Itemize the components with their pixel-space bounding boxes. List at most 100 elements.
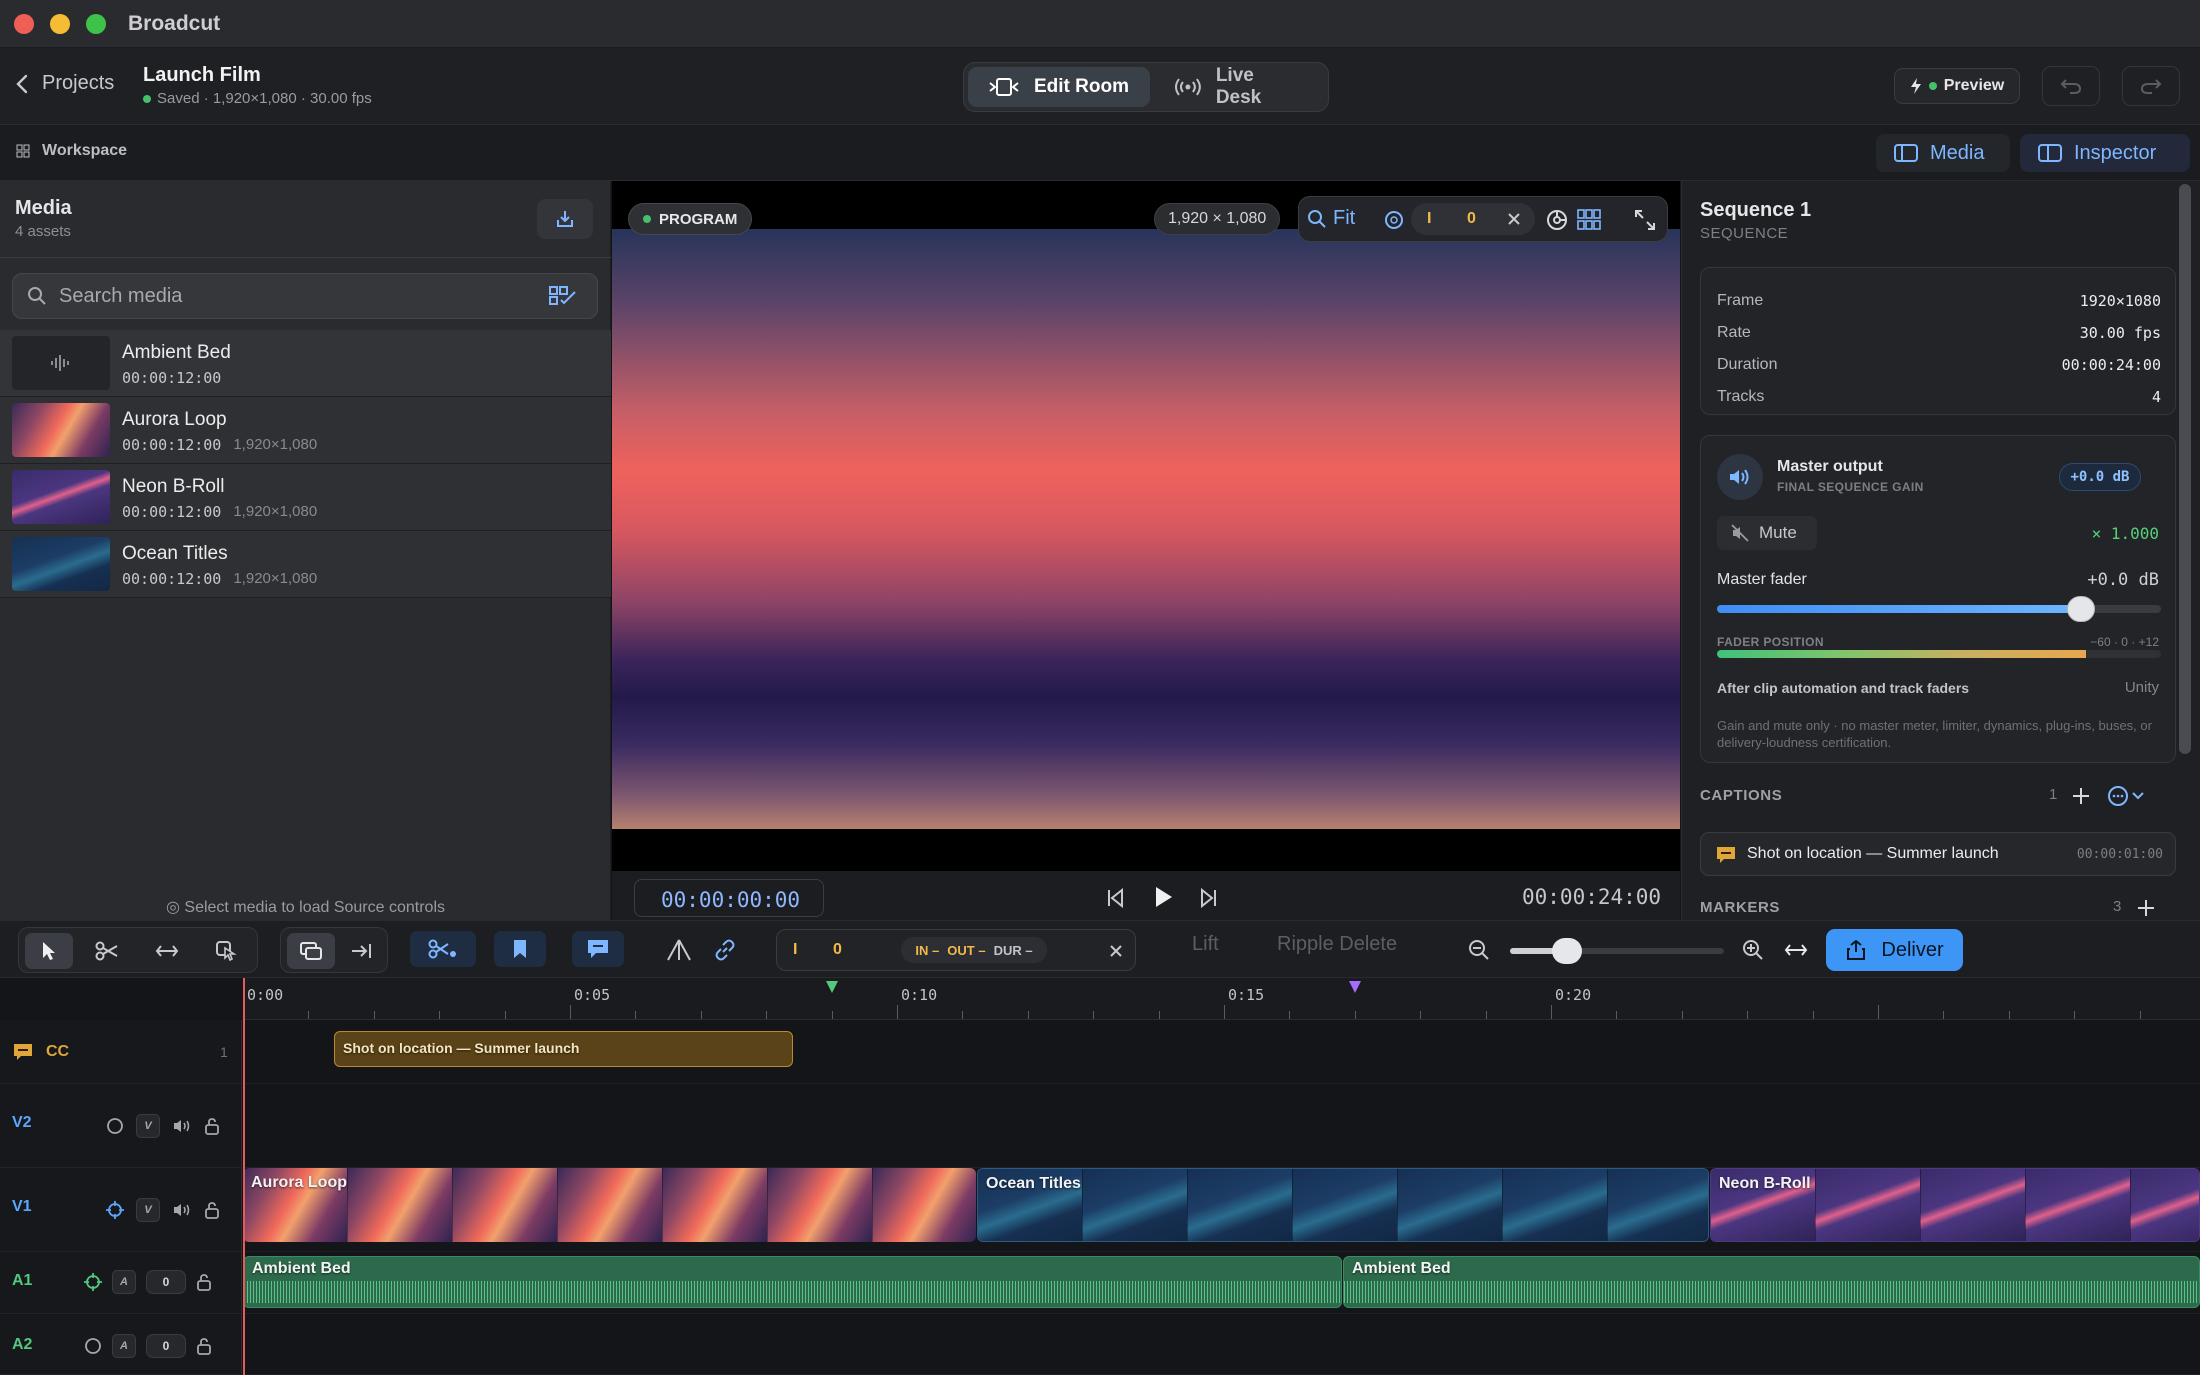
master-volume-button[interactable] — [1717, 454, 1763, 500]
grid-overlay-icon[interactable] — [1577, 209, 1601, 231]
hand-tool-button[interactable] — [203, 933, 251, 969]
chevron-down-icon — [2132, 792, 2144, 800]
clip-aurora-loop[interactable]: Aurora Loop — [243, 1168, 976, 1242]
media-item-ambient-bed[interactable]: Ambient Bed 00:00:12:00 — [0, 330, 611, 397]
timeline-marker-icon[interactable] — [825, 980, 839, 994]
add-marker-icon[interactable] — [2137, 899, 2155, 917]
add-caption-icon[interactable] — [2072, 787, 2090, 805]
clip-neon-b-roll[interactable]: Neon B-Roll — [1710, 1168, 2200, 1242]
clear-range-icon[interactable] — [1109, 944, 1123, 958]
import-media-button[interactable] — [537, 199, 593, 239]
safe-area-icon[interactable] — [1383, 209, 1405, 231]
unlock-icon[interactable] — [196, 1337, 212, 1355]
add-marker-button[interactable] — [494, 931, 546, 967]
track-target-icon[interactable] — [106, 1117, 124, 1135]
link-icon[interactable] — [713, 938, 737, 962]
unlock-icon[interactable] — [196, 1273, 212, 1291]
view-options-icon[interactable] — [549, 285, 577, 307]
fader-position-label: FADER POSITION — [1717, 635, 1824, 649]
workspace-menu[interactable]: Workspace — [16, 142, 127, 160]
track-audio-toggle[interactable]: A — [112, 1270, 136, 1294]
in-out-range-chip[interactable]: I 0 IN – OUT – DUR – — [776, 929, 1136, 971]
back-to-projects-link[interactable]: Projects — [16, 72, 114, 95]
overlay-settings-icon[interactable] — [1545, 208, 1569, 232]
in-point-chip[interactable]: I 0 — [1411, 203, 1535, 235]
timeline-marker-icon[interactable] — [1348, 980, 1362, 994]
current-timecode[interactable]: 00:00:00:00 — [634, 879, 824, 917]
select-tool-button[interactable] — [25, 933, 73, 969]
ripple-delete-button[interactable]: Ripple Delete — [1277, 933, 1397, 956]
master-fader-handle[interactable] — [2067, 596, 2096, 622]
dur-label: DUR – — [993, 942, 1033, 958]
split-at-playhead-button[interactable] — [410, 931, 476, 967]
mode-edit-room[interactable]: Edit Room — [968, 67, 1150, 107]
toggle-inspector-panel[interactable]: Inspector — [2020, 134, 2190, 172]
media-asset-count: 4 assets — [15, 223, 71, 240]
ripple-mode-button[interactable] — [337, 933, 385, 969]
step-forward-icon[interactable] — [1196, 887, 1218, 909]
timeline-ruler[interactable]: 0:00 0:05 0:10 0:15 0:20 — [243, 978, 2200, 1020]
play-icon[interactable] — [1152, 885, 1174, 909]
master-fader-slider[interactable] — [1717, 596, 2161, 622]
overwrite-mode-button[interactable] — [287, 933, 335, 969]
track-visibility-toggle[interactable]: V — [136, 1114, 160, 1138]
track-target-active-icon[interactable] — [84, 1273, 102, 1291]
caption-options-button[interactable] — [2107, 785, 2144, 807]
master-output-title: Master output — [1777, 458, 1883, 475]
media-item-aurora-loop[interactable]: Aurora Loop 00:00:12:00 1,920×1,080 — [0, 397, 611, 464]
lift-button[interactable]: Lift — [1192, 933, 1219, 956]
track-level-field[interactable]: 0 — [146, 1334, 186, 1358]
media-item-ocean-titles[interactable]: Ocean Titles 00:00:12:00 1,920×1,080 — [0, 531, 611, 598]
clip-ocean-titles[interactable]: Ocean Titles — [977, 1168, 1709, 1242]
track-visibility-toggle[interactable]: V — [136, 1198, 160, 1222]
slip-tool-button[interactable] — [143, 933, 191, 969]
clip-ambient-bed-1[interactable]: Ambient Bed — [243, 1256, 1342, 1308]
clear-in-point-icon[interactable] — [1507, 212, 1521, 226]
track-target-active-icon[interactable] — [106, 1201, 124, 1219]
step-back-icon[interactable] — [1106, 887, 1128, 909]
mode-live-desk[interactable]: Live Desk — [1154, 65, 1324, 108]
razor-tool-button[interactable] — [83, 933, 131, 969]
undo-button[interactable] — [2042, 66, 2100, 106]
timeline-zoom-slider[interactable] — [1510, 938, 1724, 964]
media-panel: Media 4 assets Ambient Bed 00:00:12:00 A… — [0, 181, 611, 920]
toggle-media-panel[interactable]: Media — [1876, 134, 2010, 172]
track-audio-toggle[interactable]: A — [112, 1334, 136, 1358]
track-target-icon[interactable] — [84, 1337, 102, 1355]
snap-icon[interactable] — [666, 938, 692, 962]
speaker-icon[interactable] — [172, 1117, 192, 1135]
track-name: V2 — [12, 1114, 32, 1131]
program-badge-label: PROGRAM — [659, 210, 738, 228]
clip-ambient-bed-2[interactable]: Ambient Bed — [1343, 1256, 2200, 1308]
master-output-card: Master output FINAL SEQUENCE GAIN +0.0 d… — [1700, 435, 2176, 763]
unlock-icon[interactable] — [204, 1201, 220, 1219]
unlock-icon[interactable] — [204, 1117, 220, 1135]
timeline-zoom-handle[interactable] — [1552, 938, 1582, 964]
caption-clip[interactable]: Shot on location — Summer launch — [334, 1031, 793, 1067]
zoom-fit-button[interactable]: Fit — [1307, 207, 1355, 230]
redo-button[interactable] — [2122, 66, 2180, 106]
zoom-window-button[interactable] — [86, 14, 106, 34]
zoom-out-icon[interactable] — [1468, 939, 1490, 961]
inspector-scrollbar[interactable] — [2179, 184, 2191, 754]
caption-list-item[interactable]: Shot on location — Summer launch 00:00:0… — [1700, 832, 2176, 876]
search-input[interactable] — [59, 274, 539, 318]
program-video-frame[interactable] — [612, 229, 1680, 829]
deliver-button[interactable]: Deliver — [1826, 929, 1963, 971]
minimize-window-button[interactable] — [50, 14, 70, 34]
track-controls: V — [106, 1114, 220, 1138]
speaker-icon[interactable] — [172, 1201, 192, 1219]
mute-button[interactable]: Mute — [1717, 516, 1817, 550]
lane-v2[interactable] — [243, 1084, 2200, 1168]
fullscreen-icon[interactable] — [1633, 208, 1657, 232]
lane-a2[interactable] — [243, 1314, 2200, 1375]
zoom-in-icon[interactable] — [1742, 939, 1764, 961]
media-item-neon-b-roll[interactable]: Neon B-Roll 00:00:12:00 1,920×1,080 — [0, 464, 611, 531]
track-level-field[interactable]: 0 — [146, 1270, 186, 1294]
add-caption-button[interactable] — [572, 931, 624, 967]
film-edit-icon — [989, 78, 1019, 96]
close-window-button[interactable] — [14, 14, 34, 34]
fit-timeline-icon[interactable] — [1784, 942, 1808, 958]
playhead[interactable] — [243, 978, 245, 1375]
preview-button[interactable]: Preview — [1894, 68, 2020, 104]
